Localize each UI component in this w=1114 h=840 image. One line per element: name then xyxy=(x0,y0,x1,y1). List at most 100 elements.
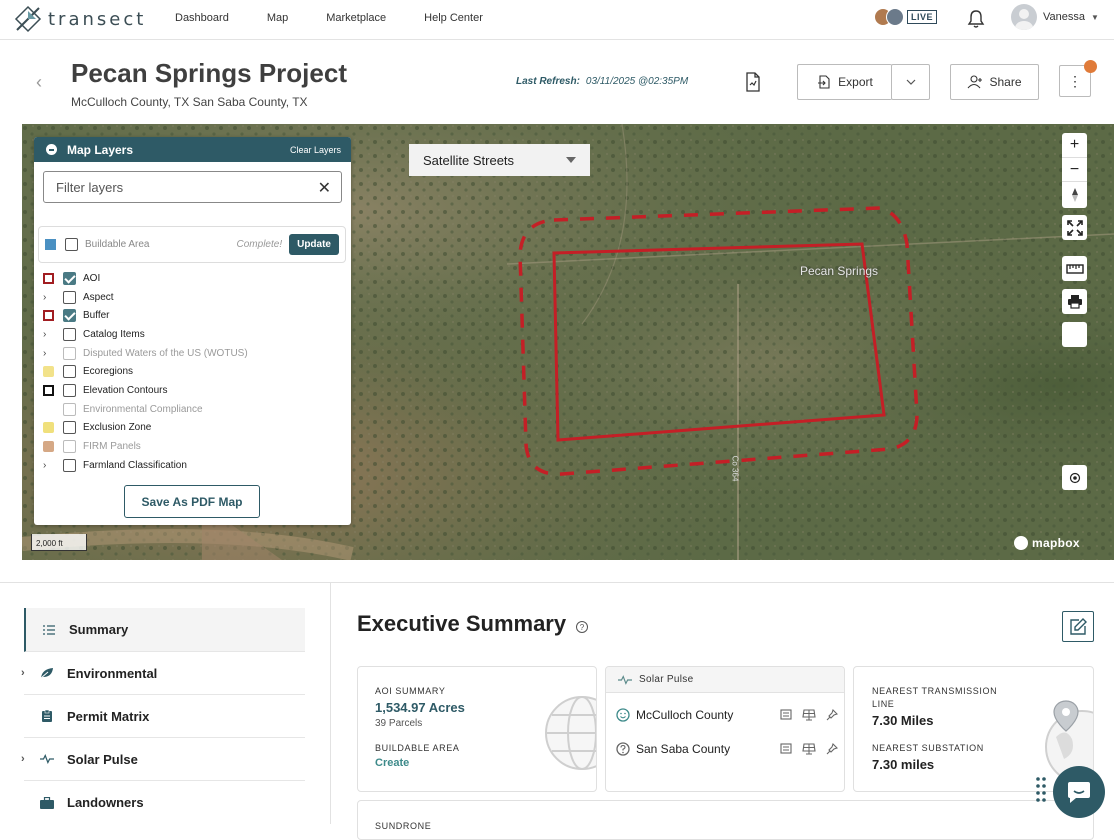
section-divider xyxy=(0,582,1114,583)
export-dropdown-button[interactable] xyxy=(891,64,930,100)
share-button[interactable]: Share xyxy=(950,64,1039,100)
zoom-in-button[interactable]: + xyxy=(1062,133,1087,157)
layer-row-buffer[interactable]: Buffer xyxy=(43,306,343,325)
pin-icon[interactable] xyxy=(826,743,838,755)
layer-label: Ecoregions xyxy=(83,366,134,378)
update-button[interactable]: Update xyxy=(289,234,339,255)
export-button[interactable]: Export xyxy=(797,64,892,100)
share-label: Share xyxy=(989,75,1022,89)
edit-icon xyxy=(1070,617,1087,635)
mapbox-attribution[interactable]: mapbox xyxy=(1014,536,1080,550)
pulse-icon xyxy=(40,754,54,764)
layer-row-exclusion-zone[interactable]: Exclusion Zone xyxy=(43,419,343,438)
layer-checkbox xyxy=(63,402,76,416)
layer-row-environmental-compliance[interactable]: Environmental Compliance xyxy=(43,400,343,419)
chevron-right-icon[interactable]: › xyxy=(43,460,54,471)
chat-launcher-button[interactable] xyxy=(1053,766,1105,818)
report-document-icon[interactable] xyxy=(745,72,761,92)
nav-marketplace[interactable]: Marketplace xyxy=(326,12,386,24)
layer-row-elevation-contours[interactable]: Elevation Contours xyxy=(43,381,343,400)
layer-label: FIRM Panels xyxy=(83,441,141,453)
chevron-right-icon[interactable]: › xyxy=(21,667,25,679)
chevron-right-icon[interactable]: › xyxy=(21,753,25,765)
layer-checkbox[interactable] xyxy=(63,365,76,379)
firm-legend-swatch xyxy=(43,441,54,453)
filter-layers-input[interactable]: Filter layers ✕ xyxy=(43,171,342,203)
project-location: McCulloch County, TX San Saba County, TX xyxy=(71,95,308,109)
layer-checkbox xyxy=(63,346,76,360)
nav-dashboard[interactable]: Dashboard xyxy=(175,12,229,24)
sidebar-item-environmental[interactable]: › Environmental xyxy=(21,652,305,695)
export-icon xyxy=(818,75,830,89)
county-row[interactable]: San Saba County xyxy=(616,742,838,756)
save-pdf-map-button[interactable]: Save As PDF Map xyxy=(124,485,260,518)
buildable-area-checkbox[interactable] xyxy=(65,238,78,251)
building-icon[interactable] xyxy=(780,743,792,754)
layer-checkbox[interactable] xyxy=(63,327,76,341)
layer-checkbox[interactable] xyxy=(63,458,76,472)
logo-text: transect xyxy=(48,8,147,30)
transmission-card: NEAREST TRANSMISSION LINE 7.30 Miles NEA… xyxy=(853,666,1094,792)
clear-layers-button[interactable]: Clear Layers xyxy=(290,145,341,155)
chevron-right-icon[interactable]: › xyxy=(43,329,54,340)
drag-handle-icon[interactable] xyxy=(1036,776,1046,804)
county-row[interactable]: McCulloch County xyxy=(616,708,838,722)
layer-row-aspect[interactable]: › Aspect xyxy=(43,288,343,307)
nav-map[interactable]: Map xyxy=(267,12,288,24)
solar-panel-icon[interactable] xyxy=(802,709,816,721)
help-icon[interactable]: ? xyxy=(576,621,588,633)
sidebar-item-permit-matrix[interactable]: Permit Matrix xyxy=(24,695,305,738)
next-summary-card: SUNDRONE xyxy=(357,800,1094,840)
layer-row-farmland[interactable]: › Farmland Classification xyxy=(43,456,343,475)
layer-row-wotus[interactable]: › Disputed Waters of the US (WOTUS) xyxy=(43,344,343,363)
back-chevron-icon[interactable]: ‹ xyxy=(36,72,42,93)
substation-label: NEAREST SUBSTATION xyxy=(872,743,984,753)
layer-checkbox[interactable] xyxy=(63,309,76,323)
compass-button[interactable] xyxy=(1062,181,1087,208)
pin-icon[interactable] xyxy=(826,709,838,721)
close-icon[interactable]: ✕ xyxy=(318,178,331,198)
fullscreen-button[interactable] xyxy=(1062,215,1087,240)
print-button[interactable] xyxy=(1062,289,1087,314)
create-buildable-link[interactable]: Create xyxy=(375,757,409,769)
sidebar-item-landowners[interactable]: Landowners xyxy=(24,781,305,824)
layer-checkbox[interactable] xyxy=(63,421,76,435)
solar-panel-icon[interactable] xyxy=(802,743,816,755)
layer-checkbox[interactable] xyxy=(63,383,76,397)
layer-row-firm-panels[interactable]: FIRM Panels xyxy=(43,437,343,456)
zoom-out-button[interactable]: − xyxy=(1062,157,1087,181)
live-badge: LIVE xyxy=(907,10,938,24)
avatar xyxy=(1011,4,1037,30)
sidebar-item-solar-pulse[interactable]: › Solar Pulse xyxy=(21,738,305,781)
layer-row-catalog-items[interactable]: › Catalog Items xyxy=(43,325,343,344)
collapse-icon[interactable] xyxy=(46,144,57,155)
export-label: Export xyxy=(838,75,873,89)
exclusion-legend-swatch xyxy=(43,422,54,434)
sidebar-item-summary[interactable]: Summary xyxy=(24,608,305,652)
nav-help-center[interactable]: Help Center xyxy=(424,12,483,24)
bell-icon[interactable] xyxy=(967,9,985,29)
map-style-select[interactable]: Satellite Streets xyxy=(409,144,590,176)
list-icon xyxy=(42,624,56,635)
measure-button[interactable] xyxy=(1062,256,1087,281)
layer-row-ecoregions[interactable]: Ecoregions xyxy=(43,362,343,381)
chevron-right-icon[interactable]: › xyxy=(43,292,54,303)
question-icon xyxy=(616,742,630,756)
locate-button[interactable] xyxy=(1062,465,1087,490)
page-title: Pecan Springs Project xyxy=(71,58,347,88)
map-tool-button[interactable] xyxy=(1062,322,1087,347)
layer-row-aoi[interactable]: AOI xyxy=(43,269,343,288)
buildable-area-row: Buildable Area Complete! Update xyxy=(38,226,346,263)
building-icon[interactable] xyxy=(780,709,792,720)
edit-summary-button[interactable] xyxy=(1062,611,1094,642)
layer-checkbox[interactable] xyxy=(63,290,76,304)
layer-label: Exclusion Zone xyxy=(83,422,152,434)
chevron-right-icon[interactable]: › xyxy=(43,348,54,359)
chat-bubble-icon xyxy=(1068,782,1090,803)
user-menu[interactable]: Vanessa ▼ xyxy=(1011,4,1099,30)
road-label: Co 364 xyxy=(730,455,740,482)
logo[interactable]: transect xyxy=(14,4,146,34)
buildable-area-label: Buildable Area xyxy=(85,239,150,250)
layer-checkbox[interactable] xyxy=(63,271,76,285)
live-collaborators[interactable]: LIVE xyxy=(874,8,938,26)
